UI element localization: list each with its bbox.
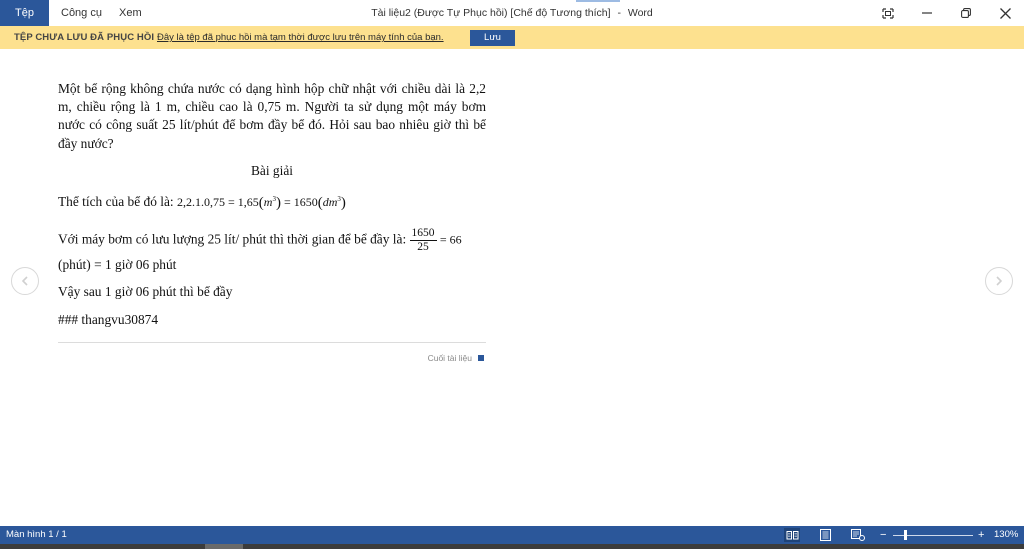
end-of-document-marker [478, 355, 484, 361]
status-bar: Màn hình 1 / 1 − + 130% [0, 526, 1024, 544]
restore-button[interactable] [946, 0, 986, 26]
conclusion-line: Vậy sau 1 giờ 06 phút thì bể đầy [58, 284, 233, 299]
web-layout-button[interactable] [850, 528, 866, 542]
menu-view[interactable]: Xem [119, 0, 142, 26]
save-button[interactable]: Lưu [470, 30, 515, 46]
time-text: Với máy bơm có lưu lượng 25 lít/ phút th… [58, 231, 407, 247]
page-indicator: Màn hình 1 / 1 [6, 529, 67, 540]
signature-line: ### thangvu30874 [58, 312, 159, 327]
minimize-icon [922, 12, 932, 14]
web-layout-icon [851, 529, 865, 541]
zoom-level[interactable]: 130% [994, 526, 1018, 544]
fullscreen-button[interactable] [868, 0, 908, 26]
zoom-in-button[interactable]: + [978, 526, 984, 544]
fraction-numerator: 1650 [409, 227, 437, 241]
taskbar-strip [0, 544, 1024, 549]
zoom-slider-thumb[interactable] [904, 530, 907, 540]
volume-unit-dm: dm [322, 195, 338, 209]
volume-dm-value: = 1650 [280, 195, 318, 209]
fullscreen-icon [882, 7, 894, 19]
recovery-banner: TỆP CHƯA LƯU ĐÃ PHỤC HỒI Đây là tệp đã p… [0, 26, 1024, 49]
volume-expression: 2,2.1.0,75 = 1,65 [177, 195, 259, 209]
page-icon [819, 529, 831, 541]
chevron-left-icon [21, 276, 28, 286]
minimize-button[interactable] [907, 0, 947, 26]
zoom-out-button[interactable]: − [880, 526, 886, 544]
volume-text: Thể tích của bể đó là: [58, 194, 174, 209]
solution-heading: Bài giải [250, 163, 294, 178]
menu-file[interactable]: Tệp [0, 0, 49, 26]
banner-message-link[interactable]: Đây là tệp đã phục hồi mà tạm thời được … [157, 26, 444, 49]
document-title: Tài liệu2 (Được Tự Phục hồi) [Chế độ Tươ… [371, 7, 611, 19]
print-layout-button[interactable] [817, 528, 833, 542]
book-icon [786, 531, 798, 540]
fraction-denominator: 25 [417, 241, 429, 253]
time-result: = 66 [439, 232, 462, 247]
chevron-right-icon [996, 276, 1003, 286]
app-name: Word [627, 7, 653, 19]
close-button[interactable] [985, 0, 1024, 26]
end-of-document-label: Cuối tài liệu [427, 353, 472, 363]
read-mode-button[interactable] [784, 528, 800, 542]
focus-indicator [576, 0, 620, 2]
time-line: Với máy bơm có lưu lượng 25 lít/ phút th… [58, 227, 462, 254]
end-of-document-rule [58, 342, 486, 343]
volume-line: Thể tích của bể đó là: 2,2.1.0,75 = 1,65… [58, 190, 346, 212]
close-icon [999, 7, 1011, 19]
menu-tools[interactable]: Công cụ [61, 0, 102, 26]
minutes-line: (phút) = 1 giờ 06 phút [58, 257, 177, 272]
banner-label: TỆP CHƯA LƯU ĐÃ PHỤC HỒI [14, 32, 155, 43]
previous-page-button[interactable] [11, 267, 39, 295]
next-page-button[interactable] [985, 267, 1013, 295]
restore-icon [961, 8, 971, 18]
title-separator: - [617, 7, 621, 19]
problem-paragraph: Một bể rộng không chứa nước có dạng hình… [58, 81, 486, 151]
taskbar-tab[interactable] [205, 544, 243, 549]
title-bar: Tệp Công cụ Xem Tài liệu2 (Được Tự Phục … [0, 0, 1024, 26]
time-fraction: 1650 25 [409, 227, 437, 254]
volume-formula: 2,2.1.0,75 = 1,65(m3) = 1650(dm3) [177, 195, 346, 211]
